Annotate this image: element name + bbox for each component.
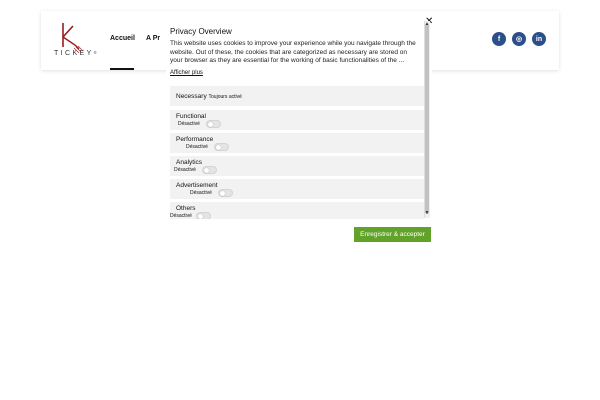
category-advertisement[interactable]: Advertisement Désactivé bbox=[170, 179, 424, 199]
category-status: Désactivé bbox=[178, 121, 200, 127]
privacy-overview-title: Privacy Overview bbox=[170, 27, 232, 36]
category-name: Performance bbox=[176, 136, 214, 143]
advertisement-toggle[interactable] bbox=[218, 189, 233, 197]
category-status: Désactivé bbox=[170, 213, 192, 219]
category-name: Necessary bbox=[176, 93, 207, 100]
functional-toggle[interactable] bbox=[206, 120, 221, 128]
facebook-icon[interactable]: f bbox=[492, 32, 506, 46]
nav-active-underline bbox=[110, 68, 134, 70]
save-and-accept-button[interactable]: Enregistrer & accepter bbox=[354, 227, 431, 242]
privacy-overview-text: This website uses cookies to improve you… bbox=[170, 40, 416, 64]
category-status: Désactivé bbox=[186, 144, 208, 150]
category-necessary[interactable]: Necessary Toujours activé bbox=[170, 86, 424, 106]
category-name: Advertisement bbox=[176, 182, 218, 189]
show-more-link[interactable]: Afficher plus bbox=[170, 70, 203, 76]
category-others[interactable]: Others Désactivé bbox=[170, 202, 424, 219]
category-performance[interactable]: Performance Désactivé bbox=[170, 133, 424, 153]
category-status: Désactivé bbox=[174, 167, 196, 173]
category-analytics[interactable]: Analytics Désactivé bbox=[170, 156, 424, 176]
performance-toggle[interactable] bbox=[214, 143, 229, 151]
scroll-down-icon[interactable]: ▼ bbox=[424, 210, 430, 217]
category-status: Toujours activé bbox=[208, 94, 242, 100]
logo-registered-mark: ® bbox=[93, 50, 100, 55]
logo-text: TICKEY® bbox=[54, 50, 99, 57]
modal-scroll-area[interactable]: Privacy Overview This website uses cooki… bbox=[166, 19, 431, 219]
logo-wordmark: TICKEY bbox=[54, 50, 94, 57]
category-name: Others bbox=[176, 205, 196, 212]
category-title: Necessary Toujours activé bbox=[176, 93, 242, 100]
category-functional[interactable]: Functional Désactivé bbox=[170, 110, 424, 130]
analytics-toggle[interactable] bbox=[202, 166, 217, 174]
nav-item-a-propos[interactable]: A Pr bbox=[146, 35, 160, 42]
instagram-icon[interactable]: ◎ bbox=[512, 32, 526, 46]
linkedin-icon[interactable]: in bbox=[532, 32, 546, 46]
category-name: Functional bbox=[176, 113, 206, 120]
category-name: Analytics bbox=[176, 159, 203, 166]
nav-item-accueil[interactable]: Accueil bbox=[110, 35, 135, 42]
category-status: Désactivé bbox=[190, 190, 212, 196]
scrollbar-thumb[interactable] bbox=[425, 24, 429, 214]
scroll-up-icon[interactable]: ▲ bbox=[424, 21, 430, 28]
others-toggle[interactable] bbox=[196, 212, 211, 219]
cookie-consent-modal: ✕ Privacy Overview This website uses coo… bbox=[166, 17, 433, 247]
